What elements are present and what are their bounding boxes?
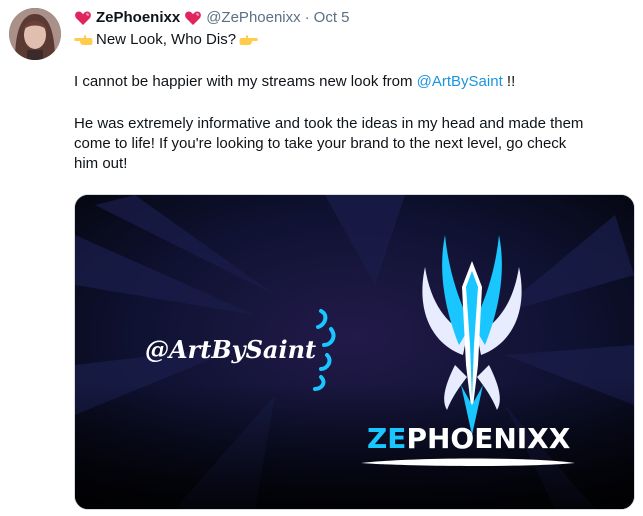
logo-text-ze: ZE <box>367 422 406 455</box>
subtitle-text: New Look, Who Dis? <box>96 31 237 48</box>
display-name[interactable]: ZePhoenixx <box>96 8 180 28</box>
tweet-header: ZePhoenixx @ZePhoenixx · Oct 5 <box>74 8 350 28</box>
paragraph-text: !! <box>502 73 516 90</box>
tweet-subtitle-line: New Look, Who Dis? <box>74 30 258 50</box>
tweet-paragraph-1: I cannot be happier with my streams new … <box>74 72 634 92</box>
artist-tag-text: @ArtBySaint <box>145 335 316 364</box>
sparkling-heart-icon <box>184 10 202 26</box>
avatar[interactable] <box>9 8 61 60</box>
user-handle[interactable]: @ZePhoenixx <box>206 8 300 28</box>
paragraph-line: him out! <box>74 155 128 172</box>
mention-link[interactable]: @ArtBySaint <box>417 73 503 90</box>
tweet-media-image[interactable]: @ArtBySaint ZEPHOENIXX <box>74 194 635 510</box>
backhand-index-pointing-left-icon <box>238 32 258 48</box>
sparkling-heart-icon <box>74 10 92 26</box>
paragraph-line: He was extremely informative and took th… <box>74 115 584 132</box>
separator-dot: · <box>304 9 310 26</box>
tweet-date[interactable]: Oct 5 <box>314 8 350 28</box>
paragraph-text: I cannot be happier with my streams new … <box>74 73 417 90</box>
tweet-paragraph-2: He was extremely informative and took th… <box>74 114 634 174</box>
logo-text-rest: PHOENIXX <box>406 422 570 455</box>
logo-wordmark: ZEPHOENIXX <box>367 422 571 455</box>
paragraph-line: come to life! If you're looking to take … <box>74 135 567 152</box>
backhand-index-pointing-left-icon <box>74 32 94 48</box>
